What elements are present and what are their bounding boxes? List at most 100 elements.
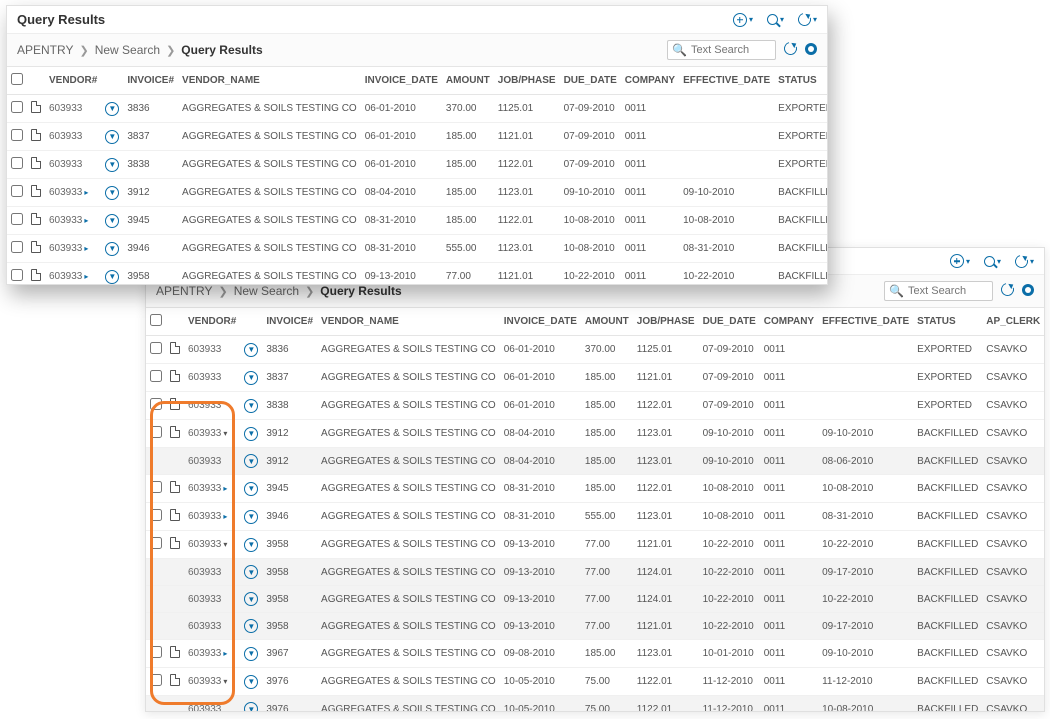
table-row[interactable]: 603933 ▼ 3836 AGGREGATES & SOILS TESTING…: [146, 336, 1044, 364]
vendor-cell[interactable]: 603933▸: [49, 187, 88, 198]
row-action-dropdown[interactable]: ▼: [244, 592, 258, 606]
expand-caret-icon[interactable]: ▸: [84, 272, 88, 281]
row-action-dropdown[interactable]: ▼: [244, 343, 258, 357]
add-button[interactable]: ▾: [733, 13, 753, 27]
table-row[interactable]: 603933▸ ▼ 3945 AGGREGATES & SOILS TESTIN…: [7, 207, 827, 235]
document-icon[interactable]: [31, 129, 41, 141]
table-row[interactable]: 603933 ▼ 3836 AGGREGATES & SOILS TESTING…: [7, 95, 827, 123]
vendor-cell[interactable]: 603933: [188, 621, 221, 632]
col-header[interactable]: VENDOR_NAME: [178, 67, 361, 95]
settings-button[interactable]: [1022, 284, 1034, 299]
vendor-cell[interactable]: 603933▸: [188, 511, 227, 522]
table-row[interactable]: 603933 ▼ 3958 AGGREGATES & SOILS TESTING…: [146, 559, 1044, 586]
row-checkbox[interactable]: [150, 537, 162, 549]
row-action-dropdown[interactable]: ▼: [105, 186, 119, 200]
vendor-cell[interactable]: 603933: [188, 400, 221, 411]
vendor-cell[interactable]: 603933: [188, 344, 221, 355]
table-row[interactable]: 603933 ▼ 3912 AGGREGATES & SOILS TESTING…: [146, 448, 1044, 475]
row-action-dropdown[interactable]: ▼: [244, 565, 258, 579]
table-row[interactable]: 603933 ▼ 3838 AGGREGATES & SOILS TESTING…: [7, 151, 827, 179]
col-header[interactable]: STATUS: [774, 67, 827, 95]
col-header[interactable]: INVOICE#: [123, 67, 178, 95]
table-scroll[interactable]: VENDOR#INVOICE#VENDOR_NAMEINVOICE_DATEAM…: [146, 308, 1044, 711]
row-checkbox[interactable]: [11, 241, 23, 253]
table-row[interactable]: 603933▾ ▼ 3958 AGGREGATES & SOILS TESTIN…: [146, 531, 1044, 559]
document-icon[interactable]: [170, 481, 180, 493]
vendor-cell[interactable]: 603933: [188, 567, 221, 578]
row-checkbox[interactable]: [150, 370, 162, 382]
document-icon[interactable]: [170, 646, 180, 658]
vendor-cell[interactable]: 603933: [49, 131, 82, 142]
row-action-dropdown[interactable]: ▼: [244, 371, 258, 385]
more-button[interactable]: ▾: [798, 13, 817, 26]
vendor-cell[interactable]: 603933▸: [188, 483, 227, 494]
vendor-cell[interactable]: 603933▸: [49, 243, 88, 254]
row-action-dropdown[interactable]: ▼: [105, 102, 119, 116]
row-action-dropdown[interactable]: ▼: [244, 538, 258, 552]
expand-caret-icon[interactable]: ▾: [223, 429, 227, 438]
table-scroll[interactable]: VENDOR#INVOICE#VENDOR_NAMEINVOICE_DATEAM…: [7, 67, 827, 284]
document-icon[interactable]: [170, 342, 180, 354]
table-row[interactable]: 603933▸ ▼ 3946 AGGREGATES & SOILS TESTIN…: [146, 503, 1044, 531]
row-checkbox[interactable]: [11, 185, 23, 197]
row-action-dropdown[interactable]: ▼: [105, 214, 119, 228]
document-icon[interactable]: [31, 157, 41, 169]
vendor-cell[interactable]: 603933: [188, 456, 221, 467]
add-button[interactable]: ▾: [950, 254, 970, 268]
col-header[interactable]: JOB/PHASE: [633, 308, 699, 336]
row-action-dropdown[interactable]: ▼: [244, 619, 258, 633]
vendor-cell[interactable]: 603933▸: [188, 648, 227, 659]
row-checkbox[interactable]: [11, 129, 23, 141]
table-row[interactable]: 603933 ▼ 3838 AGGREGATES & SOILS TESTING…: [146, 392, 1044, 420]
row-action-dropdown[interactable]: ▼: [105, 270, 119, 284]
table-row[interactable]: 603933▸ ▼ 3967 AGGREGATES & SOILS TESTIN…: [146, 640, 1044, 668]
table-row[interactable]: 603933▸ ▼ 3946 AGGREGATES & SOILS TESTIN…: [7, 235, 827, 263]
col-header[interactable]: INVOICE_DATE: [361, 67, 442, 95]
row-action-dropdown[interactable]: ▼: [244, 399, 258, 413]
expand-caret-icon[interactable]: ▸: [223, 512, 227, 521]
col-header[interactable]: EFFECTIVE_DATE: [679, 67, 774, 95]
col-header[interactable]: AP_CLERK: [982, 308, 1044, 336]
col-header[interactable]: INVOICE#: [262, 308, 317, 336]
select-all-checkbox[interactable]: [11, 73, 23, 85]
row-action-dropdown[interactable]: ▼: [244, 702, 258, 711]
crumb-new-search[interactable]: New Search: [234, 284, 299, 298]
row-checkbox[interactable]: [11, 213, 23, 225]
expand-caret-icon[interactable]: ▸: [84, 216, 88, 225]
search-input[interactable]: [691, 44, 771, 56]
row-action-dropdown[interactable]: ▼: [105, 130, 119, 144]
document-icon[interactable]: [31, 185, 41, 197]
more-button[interactable]: ▾: [1015, 255, 1034, 268]
expand-caret-icon[interactable]: ▸: [84, 244, 88, 253]
vendor-cell[interactable]: 603933: [188, 594, 221, 605]
table-row[interactable]: 603933 ▼ 3976 AGGREGATES & SOILS TESTING…: [146, 696, 1044, 712]
table-row[interactable]: 603933 ▼ 3958 AGGREGATES & SOILS TESTING…: [146, 586, 1044, 613]
row-action-dropdown[interactable]: ▼: [105, 158, 119, 172]
reload-button[interactable]: [784, 42, 797, 58]
settings-button[interactable]: [805, 43, 817, 58]
document-icon[interactable]: [31, 213, 41, 225]
col-header[interactable]: DUE_DATE: [699, 308, 760, 336]
document-icon[interactable]: [170, 398, 180, 410]
col-header[interactable]: INVOICE_DATE: [500, 308, 581, 336]
col-header[interactable]: VENDOR#: [184, 308, 240, 336]
row-checkbox[interactable]: [150, 509, 162, 521]
table-row[interactable]: 603933 ▼ 3837 AGGREGATES & SOILS TESTING…: [146, 364, 1044, 392]
row-action-dropdown[interactable]: ▼: [244, 510, 258, 524]
find-button[interactable]: ▾: [984, 256, 1001, 267]
col-header[interactable]: COMPANY: [621, 67, 679, 95]
col-header[interactable]: DUE_DATE: [560, 67, 621, 95]
col-header[interactable]: COMPANY: [760, 308, 818, 336]
table-row[interactable]: 603933▸ ▼ 3945 AGGREGATES & SOILS TESTIN…: [146, 475, 1044, 503]
table-row[interactable]: 603933▾ ▼ 3912 AGGREGATES & SOILS TESTIN…: [146, 420, 1044, 448]
col-header[interactable]: JOB/PHASE: [494, 67, 560, 95]
table-row[interactable]: 603933▾ ▼ 3976 AGGREGATES & SOILS TESTIN…: [146, 668, 1044, 696]
vendor-cell[interactable]: 603933▾: [188, 539, 227, 550]
document-icon[interactable]: [170, 426, 180, 438]
expand-caret-icon[interactable]: ▾: [223, 540, 227, 549]
vendor-cell[interactable]: 603933: [188, 704, 221, 712]
row-action-dropdown[interactable]: ▼: [244, 482, 258, 496]
row-checkbox[interactable]: [150, 646, 162, 658]
col-header[interactable]: AMOUNT: [442, 67, 494, 95]
row-action-dropdown[interactable]: ▼: [244, 454, 258, 468]
